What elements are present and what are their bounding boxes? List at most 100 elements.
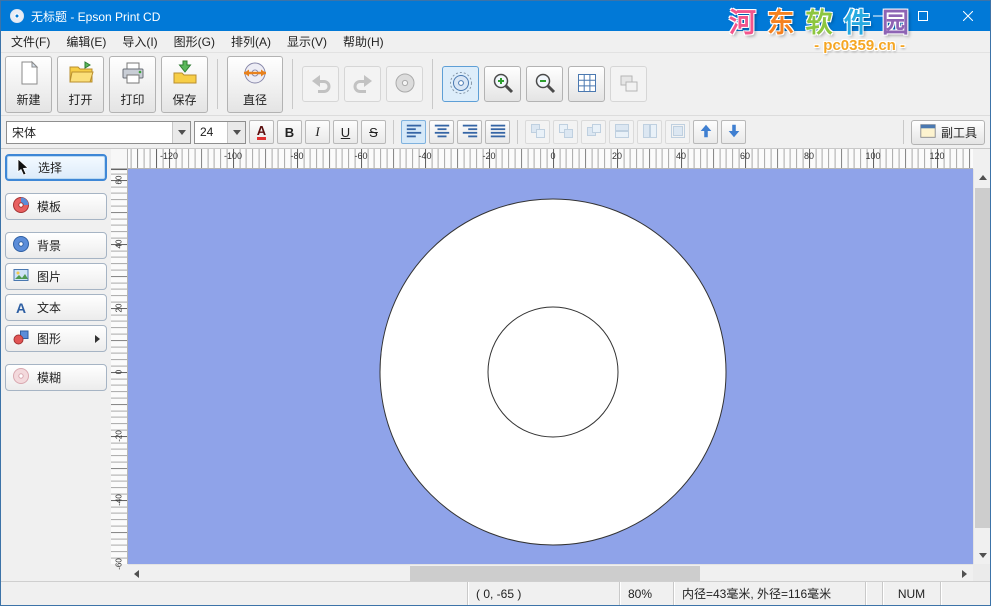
- status-numlock: NUM: [882, 582, 940, 605]
- scroll-up-button[interactable]: [974, 169, 991, 186]
- sidebar-item-label: 选择: [38, 159, 62, 176]
- italic-label: I: [315, 124, 319, 140]
- vertical-scroll-thumb[interactable]: [975, 188, 990, 528]
- chevron-down-icon[interactable]: [227, 122, 245, 143]
- menu-import[interactable]: 导入(I): [114, 31, 165, 53]
- toolbar-separator: [517, 120, 518, 144]
- bold-button[interactable]: B: [277, 120, 302, 144]
- cd-design-surface[interactable]: [128, 169, 973, 564]
- horizontal-scroll-thumb[interactable]: [410, 566, 700, 581]
- ruler-label: 100: [865, 151, 880, 161]
- cd-inner-hole[interactable]: [488, 307, 618, 437]
- sidebar-item-select[interactable]: 选择: [5, 154, 107, 181]
- scroll-down-button[interactable]: [974, 547, 991, 564]
- save-button[interactable]: 保存: [161, 56, 208, 113]
- close-button[interactable]: [945, 1, 990, 31]
- preview-disc-button[interactable]: [386, 66, 423, 102]
- toolbar-separator: [217, 59, 218, 109]
- grid-button[interactable]: [568, 66, 605, 102]
- sidebar-item-text[interactable]: A 文本: [5, 294, 107, 321]
- ruler-label: -20: [482, 151, 495, 161]
- cd-view-toggle-button[interactable]: [442, 66, 479, 102]
- redo-icon: [351, 71, 375, 98]
- print-button[interactable]: 打印: [109, 56, 156, 113]
- toolbar-separator: [393, 120, 394, 144]
- undo-button[interactable]: [302, 66, 339, 102]
- subtool-button[interactable]: 副工具: [911, 120, 985, 145]
- layout-button[interactable]: [610, 66, 647, 102]
- sidebar-item-label: 模板: [37, 198, 61, 215]
- group-objects-icon: [613, 122, 631, 143]
- sidebar-item-blur[interactable]: 模糊: [5, 364, 107, 391]
- status-coordinates: ( 0, -65 ): [467, 582, 619, 605]
- align-left-button[interactable]: [401, 120, 426, 144]
- window-title: 无标题 - Epson Print CD: [31, 8, 160, 25]
- toolbar-separator: [292, 59, 293, 109]
- new-button[interactable]: 新建: [5, 56, 52, 113]
- chevron-down-icon[interactable]: [172, 122, 190, 143]
- menu-view[interactable]: 显示(V): [279, 31, 335, 53]
- pages-icon: [617, 71, 641, 98]
- diameter-button[interactable]: 直径: [227, 56, 283, 113]
- menu-file[interactable]: 文件(F): [3, 31, 58, 53]
- strikethrough-label: S: [369, 125, 378, 140]
- sidebar-item-picture[interactable]: 图片: [5, 263, 107, 290]
- font-color-button[interactable]: A: [249, 120, 274, 144]
- sidebar-item-background[interactable]: 背景: [5, 232, 107, 259]
- sidebar-item-shapes[interactable]: 图形: [5, 325, 107, 352]
- ruler-label: -40: [115, 494, 124, 506]
- vertical-scrollbar[interactable]: [973, 169, 990, 564]
- main-toolbar: 新建 打开 打印: [1, 53, 990, 116]
- object-tool-button[interactable]: [637, 120, 662, 144]
- app-icon[interactable]: [9, 8, 25, 24]
- minimize-button[interactable]: [855, 1, 900, 31]
- canvas[interactable]: [128, 169, 973, 564]
- scroll-left-button[interactable]: [128, 565, 145, 582]
- object-tool-button[interactable]: [525, 120, 550, 144]
- menu-graphics[interactable]: 图形(G): [166, 31, 223, 53]
- font-size-value: 24: [200, 125, 213, 139]
- strikethrough-button[interactable]: S: [361, 120, 386, 144]
- group-objects-icon: [669, 122, 687, 143]
- align-right-button[interactable]: [457, 120, 482, 144]
- arrange-down-button[interactable]: [721, 120, 746, 144]
- open-button[interactable]: 打开: [57, 56, 104, 113]
- menu-arrange[interactable]: 排列(A): [223, 31, 279, 53]
- statusbar: ( 0, -65 ) 80% 内径=43毫米, 外径=116毫米 NUM: [1, 581, 990, 605]
- underline-button[interactable]: U: [333, 120, 358, 144]
- maximize-button[interactable]: [900, 1, 945, 31]
- italic-button[interactable]: I: [305, 120, 330, 144]
- scroll-right-button[interactable]: [956, 565, 973, 582]
- titlebar: 无标题 - Epson Print CD: [1, 1, 990, 31]
- toolbar-separator: [903, 120, 904, 144]
- font-size-select[interactable]: 24: [194, 121, 246, 144]
- status-filler: [940, 582, 990, 605]
- group-objects-icon: [557, 122, 575, 143]
- object-tool-button[interactable]: [581, 120, 606, 144]
- ruler-label: 60: [115, 176, 124, 185]
- zoom-out-button[interactable]: [526, 66, 563, 102]
- sidebar-item-label: 图形: [37, 330, 61, 347]
- grid-icon: [575, 71, 599, 98]
- ruler-label: -60: [115, 558, 124, 570]
- menu-help[interactable]: 帮助(H): [335, 31, 392, 53]
- diameter-button-label: 直径: [243, 91, 267, 108]
- background-disc-icon: [12, 235, 30, 256]
- ruler-label: 80: [804, 151, 814, 161]
- object-tool-button[interactable]: [553, 120, 578, 144]
- subtool-panel-icon: [919, 122, 937, 143]
- sidebar-item-template[interactable]: 模板: [5, 193, 107, 220]
- align-center-button[interactable]: [429, 120, 454, 144]
- ruler-label: -120: [160, 151, 178, 161]
- object-tool-button[interactable]: [609, 120, 634, 144]
- menu-edit[interactable]: 编辑(E): [58, 31, 114, 53]
- ruler-label: 0: [115, 370, 124, 374]
- arrange-up-button[interactable]: [693, 120, 718, 144]
- horizontal-scrollbar[interactable]: [128, 564, 973, 581]
- object-tool-button[interactable]: [665, 120, 690, 144]
- submenu-caret-icon: [95, 335, 100, 343]
- zoom-in-button[interactable]: [484, 66, 521, 102]
- redo-button[interactable]: [344, 66, 381, 102]
- font-family-select[interactable]: 宋体: [6, 121, 191, 144]
- align-justify-button[interactable]: [485, 120, 510, 144]
